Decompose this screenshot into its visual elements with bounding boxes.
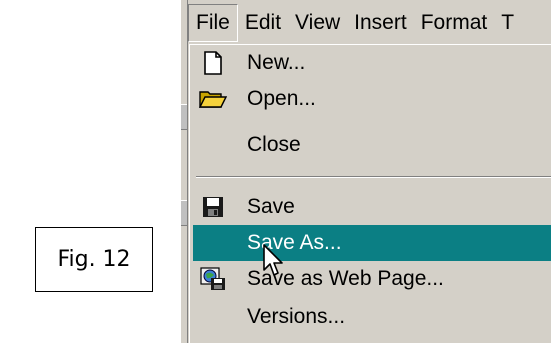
window-left-edge <box>181 0 188 343</box>
menu-item-close-label: Close <box>247 133 301 156</box>
menu-item-save-label: Save <box>247 195 295 218</box>
menu-item-open[interactable]: Open... <box>193 81 551 117</box>
save-as-spacer <box>193 225 233 261</box>
menu-file[interactable]: File <box>188 4 238 42</box>
menu-item-save-as-label: Save As... <box>247 231 342 254</box>
menu-item-new[interactable]: New... <box>193 45 551 81</box>
menu-view[interactable]: View <box>288 5 347 41</box>
figure-label-text: Fig. 12 <box>57 247 131 272</box>
menu-item-save-as[interactable]: Save As... <box>193 225 551 261</box>
figure-label: Fig. 12 <box>35 227 153 292</box>
menu-edit[interactable]: Edit <box>238 5 288 41</box>
menu-item-open-label: Open... <box>247 87 316 110</box>
close-spacer <box>193 127 233 163</box>
menu-separator <box>196 176 551 178</box>
file-dropdown-menu: New... Open... Close Save Save As... Sav… <box>189 44 551 343</box>
menu-item-versions-label: Versions... <box>247 305 346 328</box>
menu-item-versions[interactable]: Versions... <box>193 299 551 335</box>
menu-insert[interactable]: Insert <box>347 5 414 41</box>
floppy-disk-icon <box>193 189 233 225</box>
menu-item-save-as-web-page[interactable]: Save as Web Page... <box>193 261 551 297</box>
menu-item-new-label: New... <box>247 51 306 74</box>
open-folder-icon <box>193 81 233 117</box>
menu-format[interactable]: Format <box>414 5 495 41</box>
word-application-window: File Edit View Insert Format T New... Op… <box>181 0 551 343</box>
versions-spacer <box>193 299 233 335</box>
menu-bar: File Edit View Insert Format T <box>188 0 551 46</box>
menu-item-close[interactable]: Close <box>193 127 551 163</box>
new-document-icon <box>193 45 233 81</box>
edge-nub <box>181 104 187 130</box>
menu-item-save[interactable]: Save <box>193 189 551 225</box>
web-page-save-icon <box>193 261 233 297</box>
mouse-pointer-icon <box>263 244 287 283</box>
menu-tools-partial[interactable]: T <box>494 5 521 41</box>
edge-nub <box>181 200 187 226</box>
